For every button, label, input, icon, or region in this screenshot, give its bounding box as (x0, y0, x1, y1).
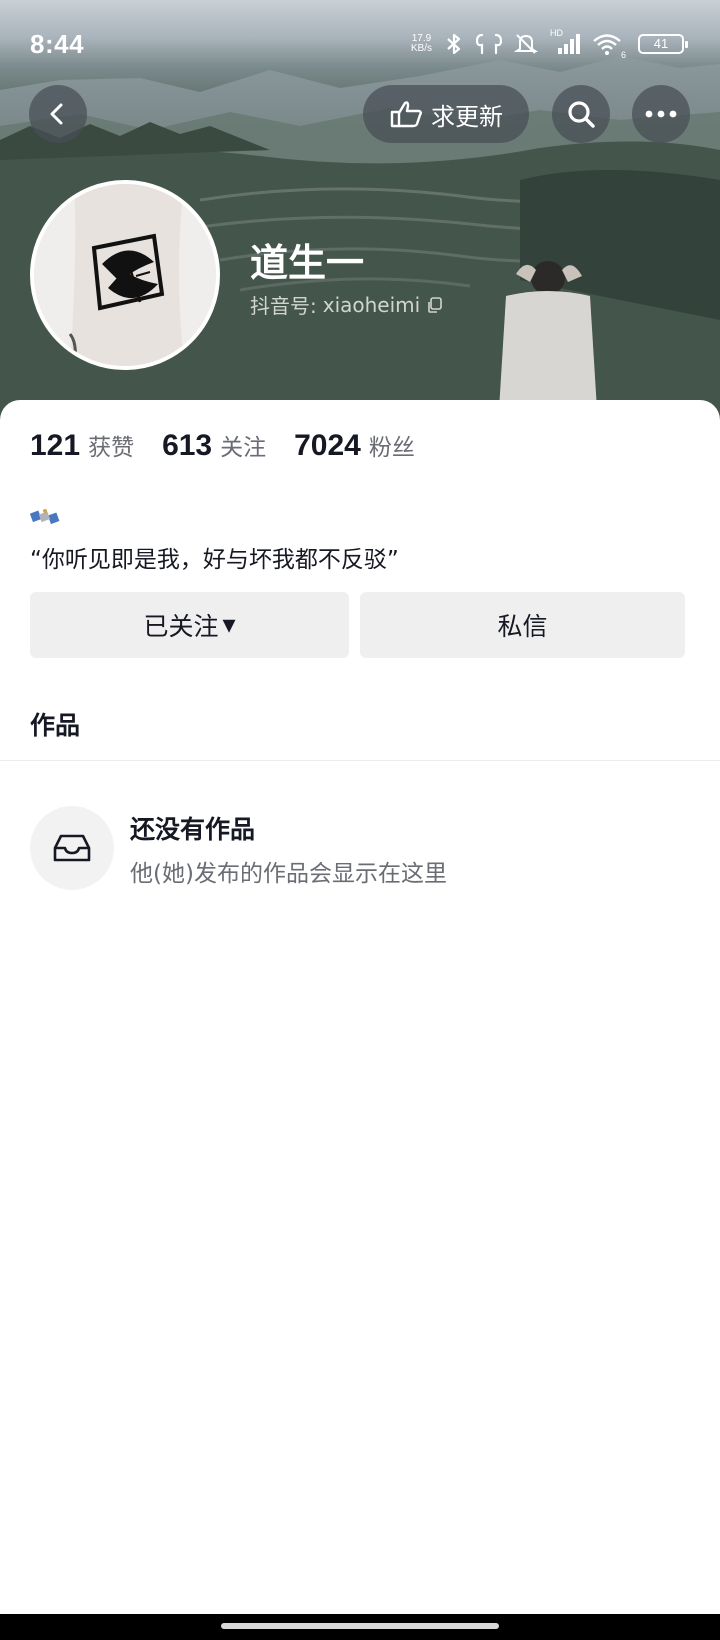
search-icon (568, 101, 595, 128)
likes-count: 121 (30, 429, 81, 462)
inbox-tray-icon (53, 834, 91, 862)
status-icons: 17.9 KB/s HD 6 41 (411, 28, 688, 60)
battery-icon: 41 (638, 34, 688, 54)
request-update-button[interactable]: 求更新 (363, 85, 529, 143)
network-speed-unit: KB/s (410, 43, 432, 54)
bio-text: “你听见即是我，好与坏我都不反驳” (30, 547, 399, 573)
followed-button[interactable]: 已关注 ▾ (30, 592, 349, 658)
request-update-label: 求更新 (431, 102, 503, 131)
following-count: 613 (162, 429, 213, 462)
bluetooth-icon (447, 33, 461, 55)
back-button[interactable] (29, 85, 87, 143)
status-bar: 8:44 17.9 KB/s HD 6 41 (0, 26, 720, 66)
empty-state-subtitle: 他(她)发布的作品会显示在这里 (130, 861, 447, 887)
satellite-emoji-icon (30, 509, 60, 525)
search-button[interactable] (552, 85, 610, 143)
douyin-id[interactable]: 抖音号: xiaoheimi (250, 290, 444, 319)
network-speed: 17.9 KB/s (411, 34, 432, 54)
empty-state-title: 还没有作品 (130, 815, 256, 844)
status-time: 8:44 (30, 29, 85, 59)
cellular-signal-icon: HD (550, 28, 580, 56)
avatar[interactable] (30, 180, 220, 370)
hand-pointer-icon (390, 101, 422, 128)
wifi-icon: 6 (592, 32, 626, 60)
following-stat[interactable]: 613 关注 (162, 428, 266, 463)
battery-level: 41 (653, 36, 669, 51)
more-button[interactable] (632, 85, 690, 143)
profile-stats: 121 获赞 613 关注 7024 粉丝 (30, 428, 415, 463)
followed-label: 已关注 (143, 612, 219, 641)
profile-name: 道生一 (250, 241, 365, 285)
mute-bell-icon (514, 34, 538, 54)
caret-down-icon: ▾ (222, 610, 236, 640)
likes-label: 获赞 (88, 435, 135, 461)
divider (0, 760, 720, 761)
followers-count: 7024 (294, 429, 361, 462)
douyin-id-value: xiaoheimi (322, 292, 421, 317)
person-silhouette (498, 261, 598, 420)
more-dots-icon (645, 110, 677, 118)
message-button[interactable]: 私信 (360, 592, 685, 658)
earbuds-icon (476, 33, 502, 55)
followers-label: 粉丝 (368, 435, 415, 461)
empty-state-icon-wrap (30, 806, 114, 890)
home-indicator[interactable] (221, 1623, 499, 1629)
wifi-badge: 6 (620, 50, 626, 60)
followers-stat[interactable]: 7024 粉丝 (294, 428, 415, 463)
message-label: 私信 (497, 612, 548, 641)
back-arrow-icon (50, 103, 63, 125)
likes-stat[interactable]: 121 获赞 (30, 428, 134, 463)
tab-works[interactable]: 作品 (30, 706, 80, 742)
douyin-id-prefix: 抖音号: (250, 294, 317, 318)
copy-icon[interactable] (426, 296, 444, 314)
following-label: 关注 (220, 435, 267, 461)
avatar-image (34, 184, 216, 366)
profile-content-sheet: 121 获赞 613 关注 7024 粉丝 “你听见即是我，好与坏我都不反驳” … (0, 400, 720, 1614)
